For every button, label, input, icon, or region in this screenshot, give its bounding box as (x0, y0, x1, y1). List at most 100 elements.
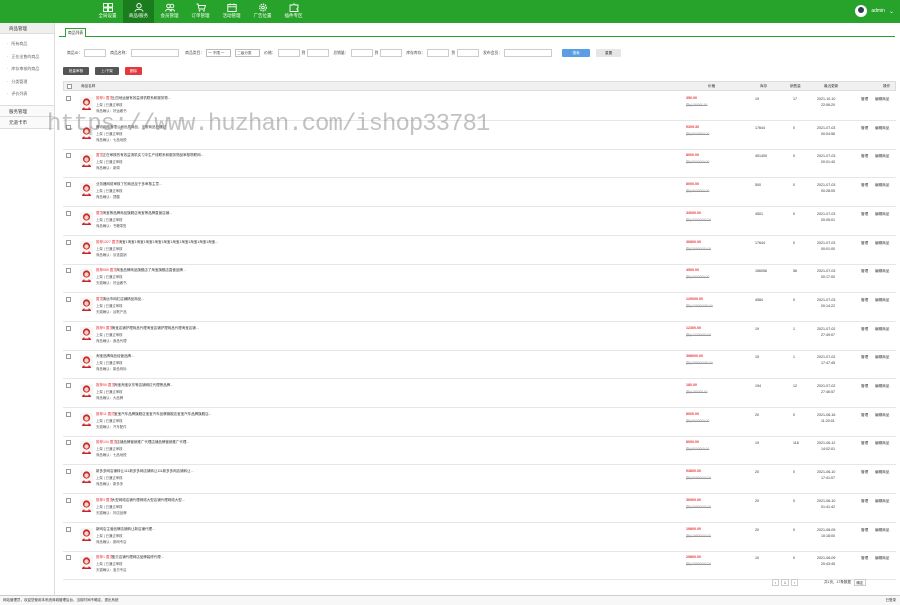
edit-link[interactable]: 编辑商品 (875, 298, 889, 303)
row-checkbox[interactable] (66, 555, 71, 561)
stock-max-input[interactable] (457, 49, 480, 57)
manage-link[interactable]: 管理 (861, 470, 868, 475)
nav-item[interactable]: 全局设置 (92, 0, 123, 23)
sidebar-item[interactable]: 评价列表 (0, 88, 54, 101)
edit-link[interactable]: 编辑商品 (875, 212, 889, 217)
manage-link[interactable]: 管理 (861, 298, 868, 303)
manage-link[interactable]: 管理 (861, 413, 868, 418)
product-title[interactable]: 业务器网络审核了的商品至于多审核主意... (96, 182, 162, 187)
manage-link[interactable]: 管理 (861, 441, 868, 446)
sidebar-section[interactable]: 服务管理 (0, 104, 54, 117)
row-checkbox[interactable] (66, 296, 71, 302)
toggle-listing-button[interactable]: 上/下架 (95, 67, 119, 75)
row-checkbox[interactable] (66, 268, 71, 274)
sidebar-item[interactable]: 分类管理 (0, 76, 54, 89)
manage-link[interactable]: 管理 (861, 327, 868, 332)
tab-product-list[interactable]: 商品列表 (65, 28, 86, 37)
edit-link[interactable]: 编辑商品 (875, 528, 889, 533)
nav-item[interactable]: 广告位置 (247, 0, 278, 23)
nav-item[interactable]: 订单管理 (185, 0, 216, 23)
subcategory-select[interactable]: 二级分类 (235, 49, 261, 57)
edit-link[interactable]: 编辑商品 (875, 154, 889, 159)
edit-link[interactable]: 编辑商品 (875, 355, 889, 360)
row-checkbox[interactable] (66, 469, 71, 475)
manage-link[interactable]: 管理 (861, 384, 868, 389)
manage-link[interactable]: 管理 (861, 355, 868, 360)
edit-link[interactable]: 编辑商品 (875, 269, 889, 274)
edit-link[interactable]: 编辑商品 (875, 183, 889, 188)
product-title[interactable]: 淘宝等品牌商品旗舰店淘宝等品牌直营店铺... (103, 211, 172, 216)
product-title[interactable]: 淘宝店铺护理商品代理淘宝店铺护理商品代理淘宝店铺... (112, 326, 199, 331)
sales-max-input[interactable] (380, 49, 403, 57)
batch-review-button[interactable]: 批量审核 (63, 67, 89, 75)
nav-item[interactable]: 活动管理 (216, 0, 247, 23)
edit-link[interactable]: 编辑商品 (875, 97, 889, 102)
user-menu[interactable]: admin ⌄ (855, 5, 894, 17)
row-checkbox[interactable] (66, 96, 71, 101)
product-title[interactable]: 淘宝1淘宝1淘宝1淘宝1淘宝1淘宝1淘宝1淘宝1淘宝1淘宝1淘宝... (119, 240, 218, 245)
edit-link[interactable]: 编辑商品 (875, 241, 889, 246)
sidebar-item[interactable]: 库存审核的商品 (0, 63, 54, 76)
product-title[interactable]: 新网店主营品牌店铺转让新店铺代理... (96, 527, 155, 532)
price-min-input[interactable] (277, 49, 300, 57)
row-checkbox[interactable] (66, 411, 71, 417)
id-input[interactable] (84, 49, 107, 57)
stock-min-input[interactable] (427, 49, 450, 57)
row-checkbox[interactable] (66, 325, 71, 331)
manage-link[interactable]: 管理 (861, 212, 868, 217)
go-button[interactable]: 确定 (853, 578, 866, 586)
nav-item[interactable]: 插件专区 (278, 0, 309, 23)
edit-link[interactable]: 编辑商品 (875, 126, 889, 131)
product-title[interactable]: 淘宝品牌商品经营品牌... (96, 354, 134, 359)
manage-link[interactable]: 管理 (861, 183, 868, 188)
row-checkbox[interactable] (66, 239, 71, 245)
manage-link[interactable]: 管理 (861, 241, 868, 246)
row-checkbox[interactable] (66, 354, 71, 360)
edit-link[interactable]: 编辑商品 (875, 384, 889, 389)
nav-item[interactable]: 会员管理 (154, 0, 185, 23)
row-checkbox[interactable] (66, 153, 71, 159)
manage-link[interactable]: 管理 (861, 556, 868, 561)
name-input[interactable] (131, 49, 180, 57)
product-title[interactable]: 宝宝汽车品牌旗舰店宝宝汽车品牌旗舰店宝宝汽车品牌旗舰店... (114, 412, 211, 417)
product-title[interactable]: 淘宝淘宝京东等店铺网红代理等品牌... (114, 383, 173, 388)
row-checkbox[interactable] (66, 497, 71, 503)
product-title[interactable]: 新多多网店铺转让111新多多网店铺转让111新多多网店铺转让... (96, 469, 194, 474)
product-title[interactable]: 正在审核的有效益请机实习中生产线联系和服务物品审核物联网... (103, 153, 204, 158)
reset-button[interactable]: 重置 (596, 49, 622, 57)
row-checkbox[interactable] (66, 440, 71, 446)
row-checkbox[interactable] (66, 210, 71, 216)
nav-item[interactable]: 商品/服务 (123, 0, 154, 23)
edit-link[interactable]: 编辑商品 (875, 441, 889, 446)
delete-button[interactable]: 删除 (125, 67, 142, 75)
sidebar-item[interactable]: 所有商品 (0, 38, 54, 51)
product-title[interactable]: 店铺品牌营销推广代理店铺品牌营销推广代理... (116, 440, 189, 445)
member-input[interactable] (504, 49, 553, 57)
product-title[interactable]: 土四地运营有效益请机联系和服务物... (112, 96, 171, 101)
manage-link[interactable]: 管理 (861, 154, 868, 159)
product-title[interactable]: 清远市网红店铺精品商品... (103, 297, 144, 302)
sales-min-input[interactable] (350, 49, 373, 57)
edit-link[interactable]: 编辑商品 (875, 556, 889, 561)
row-checkbox[interactable] (66, 526, 71, 532)
manage-link[interactable]: 管理 (861, 269, 868, 274)
row-checkbox[interactable] (66, 182, 71, 188)
search-button[interactable]: 搜索 (562, 49, 591, 57)
sidebar-section[interactable]: 元道卡币 (0, 116, 54, 129)
product-title[interactable]: 大型网络店铺代理网络大型店铺代理网络大型... (112, 498, 185, 503)
sidebar-item[interactable]: 正在出售的商品 (0, 51, 54, 64)
prev-page-button[interactable]: ‹ (772, 578, 779, 586)
select-all-checkbox[interactable] (67, 84, 72, 89)
product-title[interactable]: 淘宝品牌商品旗舰店了淘宝旗舰店直营品牌... (116, 268, 185, 273)
edit-link[interactable]: 编辑商品 (875, 470, 889, 475)
manage-link[interactable]: 管理 (861, 499, 868, 504)
edit-link[interactable]: 编辑商品 (875, 413, 889, 418)
manage-link[interactable]: 管理 (861, 528, 868, 533)
product-title[interactable]: 宝贝店铺代理网店品牌装修代理... (112, 555, 164, 560)
next-page-button[interactable]: › (791, 578, 798, 586)
edit-link[interactable]: 编辑商品 (875, 499, 889, 504)
price-max-input[interactable] (307, 49, 330, 57)
manage-link[interactable]: 管理 (861, 97, 868, 102)
manage-link[interactable]: 管理 (861, 126, 868, 131)
row-checkbox[interactable] (66, 383, 71, 388)
